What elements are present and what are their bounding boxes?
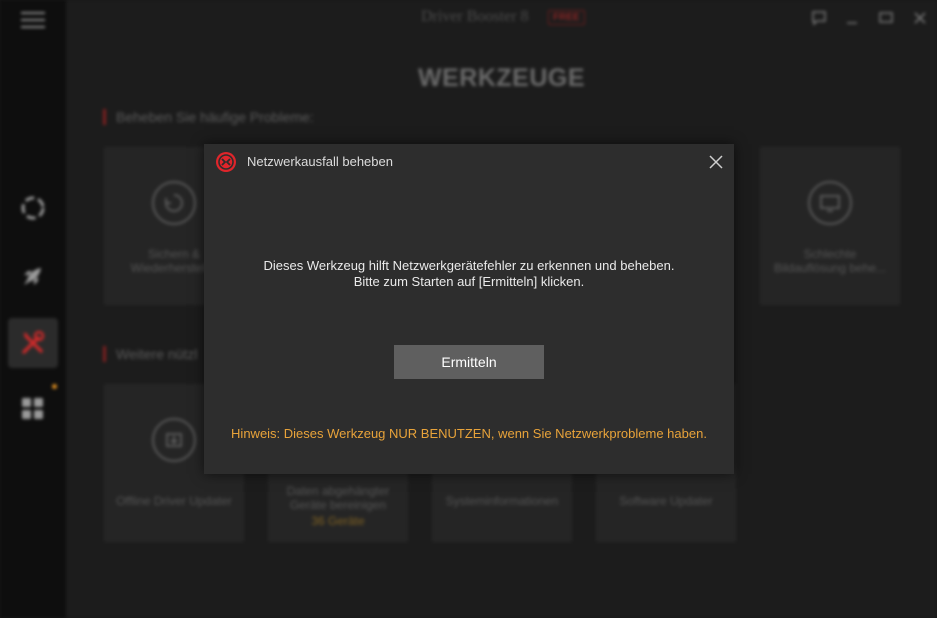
tool-card-label: Software Updater xyxy=(619,494,713,508)
rocket-icon xyxy=(24,268,41,285)
notification-dot xyxy=(52,384,57,389)
dialog-message-line1: Dieses Werkzeug hilft Netzwerkgerätefehl… xyxy=(263,258,675,273)
close-icon xyxy=(709,155,723,169)
section-title-more: Weitere nützl xyxy=(103,346,197,362)
detect-button[interactable]: Ermitteln xyxy=(394,345,544,379)
menu-icon[interactable] xyxy=(21,12,45,29)
window-close-button[interactable] xyxy=(911,9,929,27)
offline-driver-icon xyxy=(152,418,196,462)
sidebar-item-apps[interactable] xyxy=(8,384,58,434)
app-title: Driver Booster 8 xyxy=(421,8,529,25)
sidebar-item-boost[interactable] xyxy=(8,251,58,301)
device-count: 36 Geräte xyxy=(311,514,365,528)
dialog-hint: Hinweis: Dieses Werkzeug NUR BENUTZEN, w… xyxy=(231,426,707,441)
sidebar xyxy=(0,0,66,618)
maximize-button[interactable] xyxy=(877,9,895,27)
dialog-title: Netzwerkausfall beheben xyxy=(247,154,393,169)
dialog-close-button[interactable] xyxy=(706,152,726,172)
grid-icon xyxy=(22,398,43,419)
feedback-icon xyxy=(812,11,826,26)
tool-card-label: Schlechte Bildauflösung behe... xyxy=(773,247,887,275)
page-title: WERKZEUGE xyxy=(418,64,585,92)
tool-card-resolution[interactable]: Schlechte Bildauflösung behe... xyxy=(760,147,900,305)
section-title-common: Beheben Sie häufige Probleme: xyxy=(103,109,314,125)
tool-card-label: Offline Driver Updater xyxy=(116,494,232,508)
sidebar-item-scan[interactable] xyxy=(8,183,58,233)
backup-icon xyxy=(152,181,196,225)
monitor-icon xyxy=(808,181,852,225)
dialog-message-line2: Bitte zum Starten auf [Ermitteln] klicke… xyxy=(353,274,585,289)
maximize-icon xyxy=(879,12,893,23)
close-icon xyxy=(914,12,926,24)
free-badge: FREE xyxy=(548,10,585,25)
tools-icon xyxy=(22,330,45,354)
network-repair-dialog: Netzwerkausfall beheben Dieses Werkzeug … xyxy=(204,144,734,474)
refresh-ring-icon xyxy=(21,196,45,220)
minimize-button[interactable] xyxy=(843,9,861,27)
network-repair-icon xyxy=(216,152,236,172)
sidebar-item-tools[interactable] xyxy=(8,318,58,368)
tool-card-label: Daten abgehängter Geräte bereinigen xyxy=(286,484,390,512)
tool-card-label: Systeminformationen xyxy=(445,494,559,508)
feedback-button[interactable] xyxy=(810,9,828,27)
minimize-icon xyxy=(847,22,857,24)
